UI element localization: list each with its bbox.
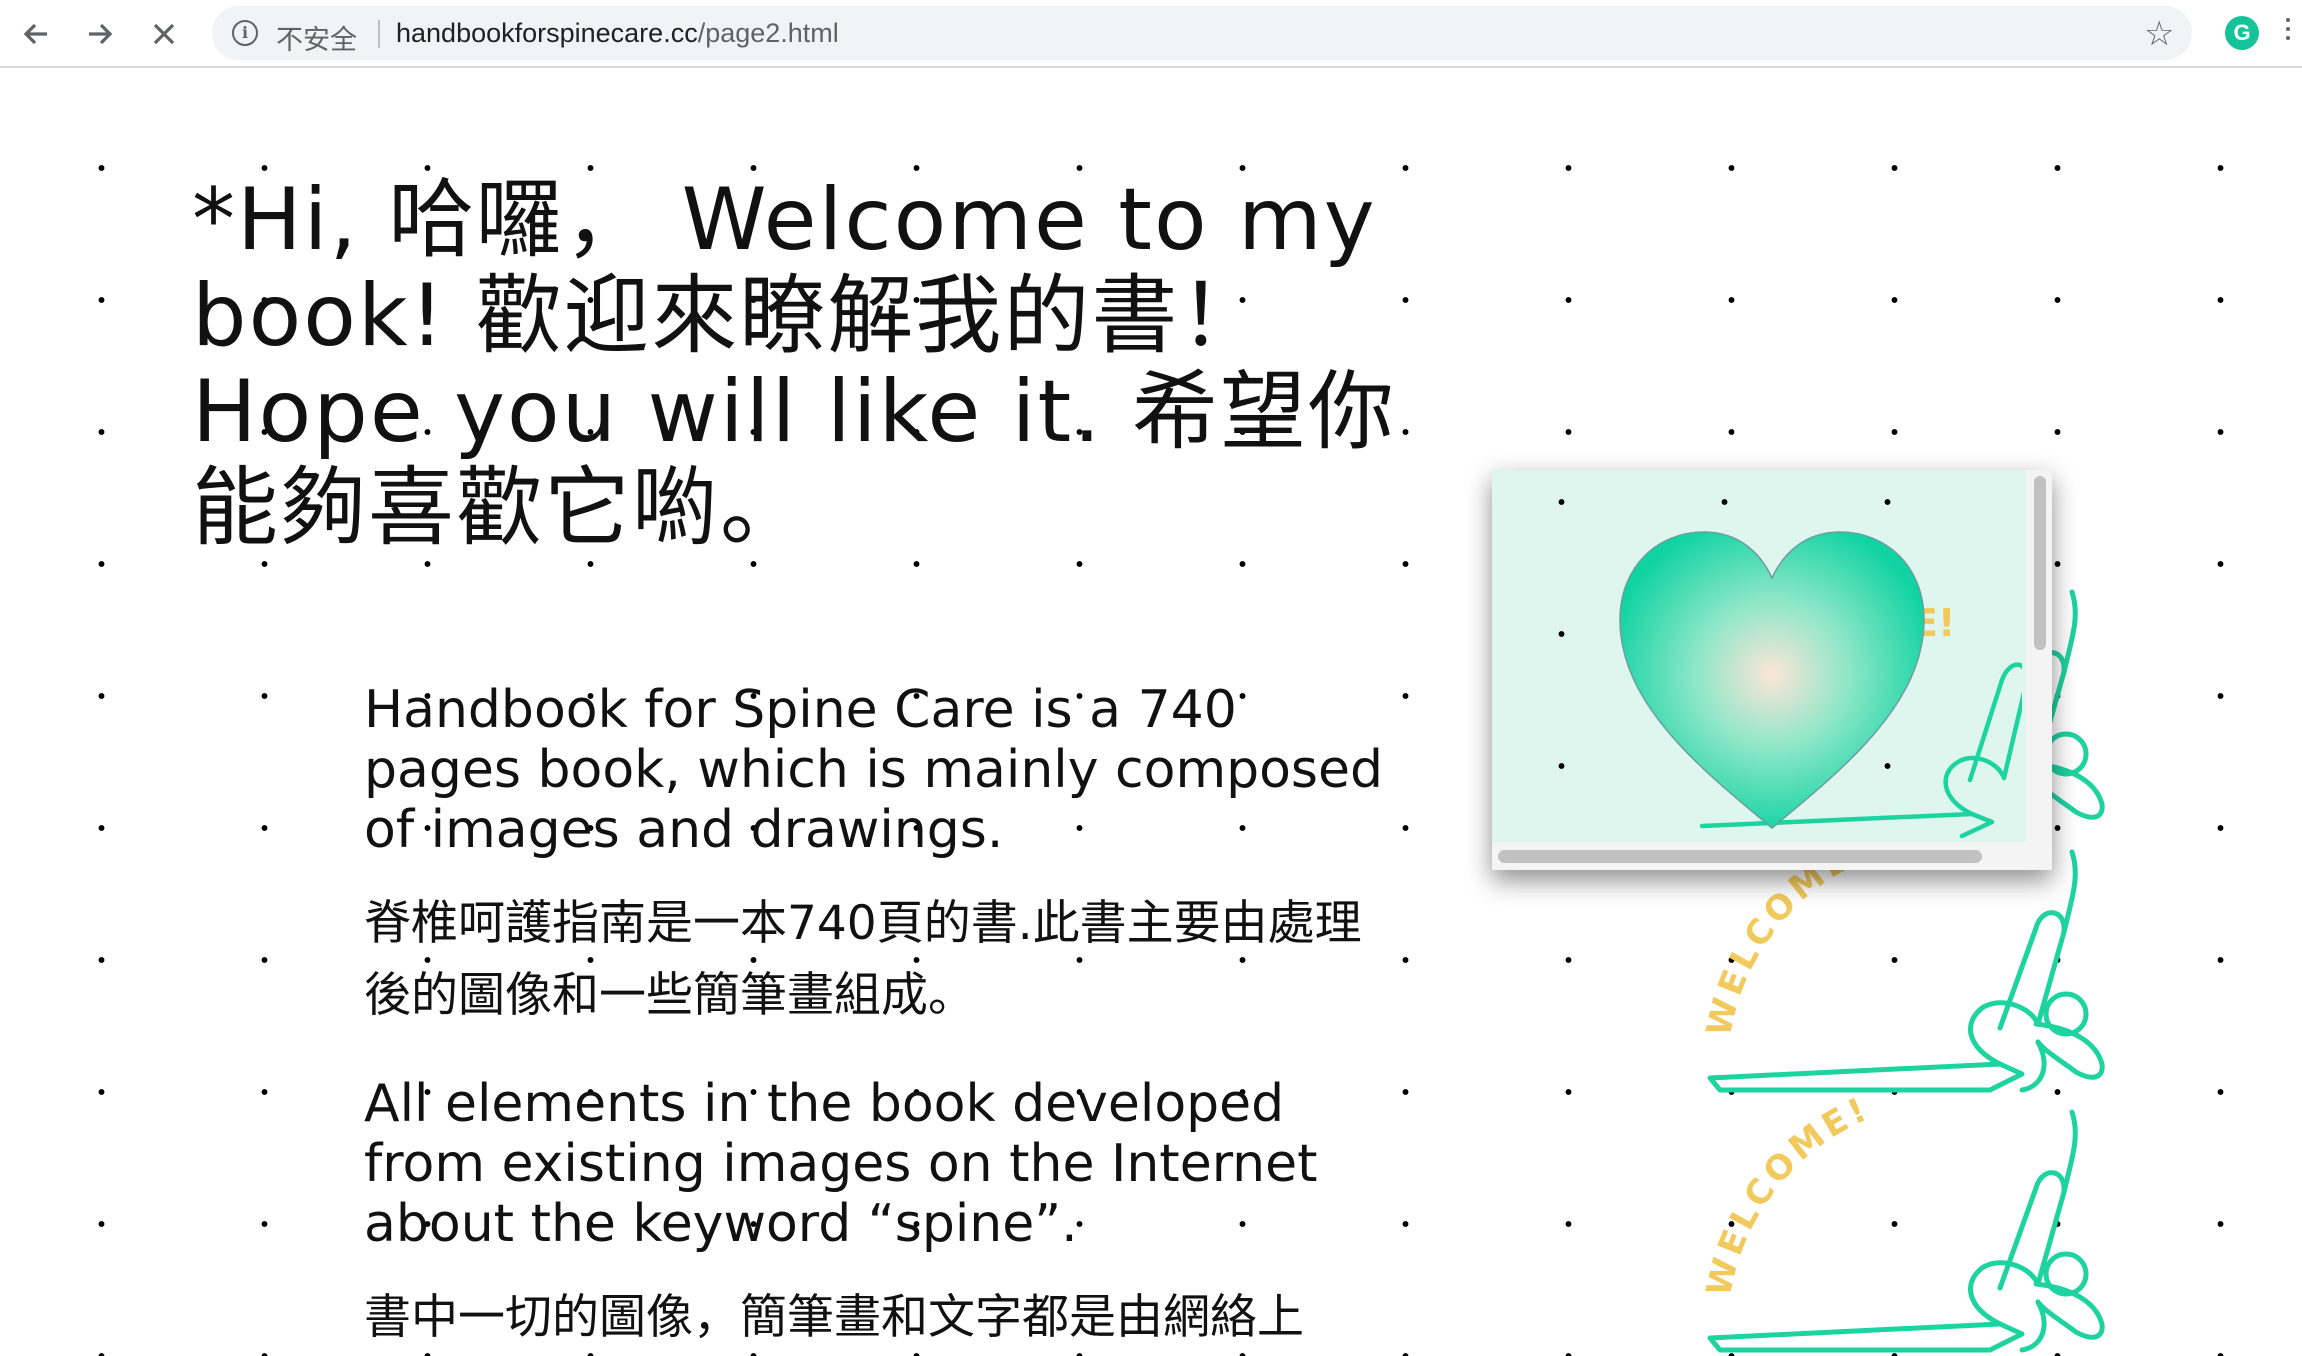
- browser-menu-icon[interactable]: [2286, 18, 2290, 48]
- popup-content: E!: [1492, 470, 2022, 842]
- page-headline: *Hi, 哈囉， Welcome to my book! 歡迎來瞭解我的書！Ho…: [192, 170, 1396, 558]
- security-status-label[interactable]: 不安全: [276, 18, 357, 57]
- popup-vertical-scrollbar[interactable]: [2026, 470, 2052, 842]
- forward-button[interactable]: [80, 14, 120, 54]
- omnibox-divider: [378, 20, 380, 48]
- back-button[interactable]: [16, 14, 56, 54]
- heart-icon: [1619, 531, 1925, 829]
- stop-loading-button[interactable]: [144, 14, 184, 54]
- arrow-right-icon: [89, 23, 113, 45]
- star-icon[interactable]: ☆: [2144, 14, 2174, 54]
- grammarly-icon[interactable]: G: [2225, 16, 2259, 50]
- arrow-left-icon: [23, 23, 47, 45]
- welcome-figure-3: WELCOME!: [1700, 1089, 2102, 1350]
- intro-paragraph-en-1: Handbook for Spine Care is a 740 pages b…: [364, 680, 1384, 860]
- welcome-text-3: WELCOME!: [1700, 1089, 1872, 1300]
- close-icon: [153, 23, 175, 45]
- popup-horizontal-scrollbar[interactable]: [1492, 842, 2052, 870]
- intro-paragraph-zh-2: 書中一切的圖像，簡筆畫和文字都是由網絡上: [364, 1290, 1304, 1345]
- url-path: /page2.html: [697, 18, 839, 48]
- svg-text:WELCOME!: WELCOME!: [1700, 1089, 1876, 1300]
- intro-text: Handbook for Spine Care is a 740 pages b…: [364, 680, 1404, 1356]
- page-content: *Hi, 哈囉， Welcome to my book! 歡迎來瞭解我的書！Ho…: [0, 68, 2302, 1356]
- info-icon[interactable]: i: [232, 20, 258, 46]
- popup-horizontal-scroll-thumb[interactable]: [1498, 850, 1982, 863]
- intro-paragraph-zh-1: 脊椎呵護指南是一本740頁的書.此書主要由處理後的圖像和一些簡筆畫組成。: [364, 896, 1362, 1023]
- url-text[interactable]: handbookforspinecare.cc/page2.html: [396, 18, 839, 49]
- popup-illustration: E!: [1619, 531, 2022, 839]
- address-bar[interactable]: i 不安全 handbookforspinecare.cc/page2.html…: [212, 6, 2192, 60]
- url-domain: handbookforspinecare.cc: [396, 18, 698, 48]
- intro-paragraph-en-2: All elements in the book developed from …: [364, 1074, 1318, 1254]
- popup-vertical-scroll-thumb[interactable]: [2034, 476, 2046, 650]
- heart-popup-window[interactable]: E!: [1492, 470, 2052, 870]
- browser-toolbar: i 不安全 handbookforspinecare.cc/page2.html…: [0, 0, 2302, 68]
